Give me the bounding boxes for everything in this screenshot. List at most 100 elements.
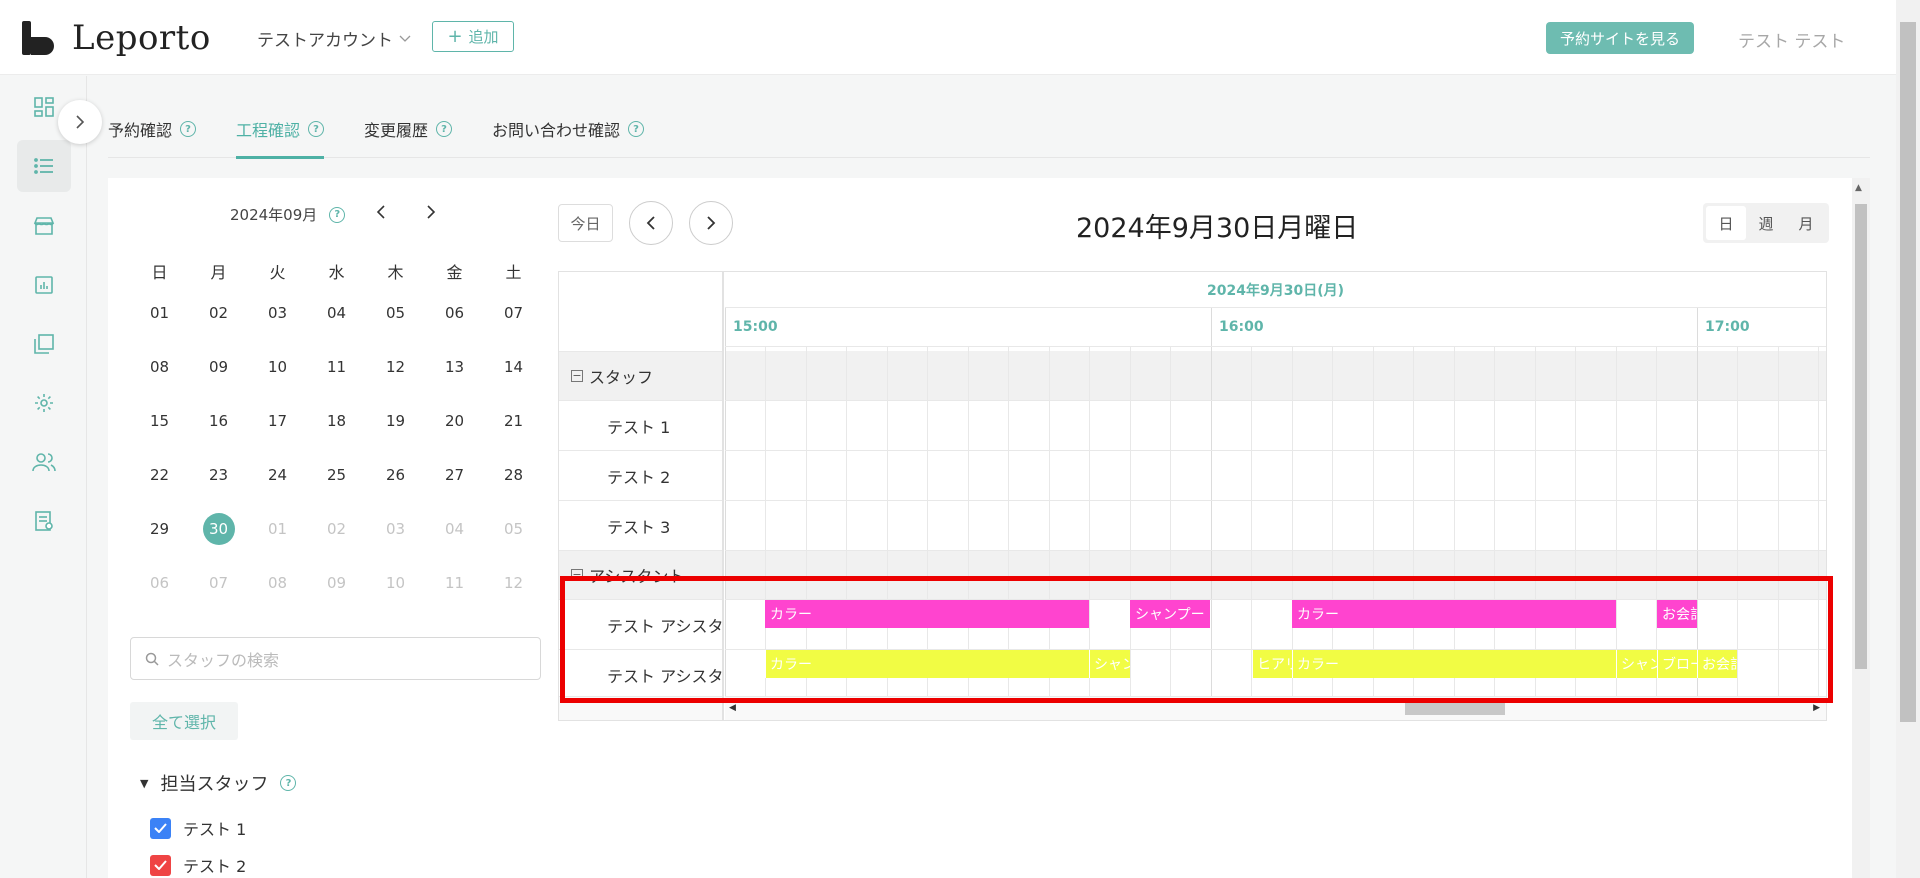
calendar-day[interactable]: 19: [366, 412, 425, 430]
tab-process[interactable]: 工程確認?: [236, 100, 325, 159]
calendar-day[interactable]: 24: [248, 466, 307, 484]
calendar-day[interactable]: 07: [484, 304, 543, 322]
calendar-day[interactable]: 08: [130, 358, 189, 376]
calendar-day[interactable]: 08: [248, 574, 307, 592]
group-staff[interactable]: − スタッフ: [559, 351, 722, 400]
sidebar-item-users[interactable]: [17, 436, 71, 488]
event-block[interactable]: カラー: [765, 650, 1089, 678]
calendar-day[interactable]: 05: [366, 304, 425, 322]
add-button[interactable]: + 追加: [432, 21, 514, 52]
calendar-day[interactable]: 07: [189, 574, 248, 592]
calendar-day[interactable]: 14: [484, 358, 543, 376]
sidebar-item-settings[interactable]: [17, 377, 71, 429]
event-block[interactable]: カラー: [1292, 600, 1616, 628]
reservation-site-button[interactable]: 予約サイトを見る: [1546, 22, 1694, 54]
help-icon[interactable]: ?: [329, 206, 346, 223]
view-day-button[interactable]: 日: [1706, 206, 1746, 240]
event-block[interactable]: シャン: [1089, 650, 1130, 678]
sidebar-expand-button[interactable]: [58, 100, 102, 144]
sidebar-item-list[interactable]: [17, 140, 71, 192]
calendar-day[interactable]: 09: [307, 574, 366, 592]
view-week-button[interactable]: 週: [1746, 206, 1786, 240]
calendar-day[interactable]: 26: [366, 466, 425, 484]
help-icon[interactable]: ?: [180, 121, 197, 137]
calendar-day[interactable]: 23: [189, 466, 248, 484]
staff-filter-header[interactable]: ▼ 担当スタッフ ?: [140, 770, 297, 796]
calendar-day[interactable]: 06: [130, 574, 189, 592]
checkbox-checked-icon[interactable]: [150, 854, 171, 876]
calendar-day[interactable]: 01: [130, 304, 189, 322]
window-scrollbar[interactable]: [1896, 0, 1920, 878]
view-month-button[interactable]: 月: [1786, 206, 1826, 240]
scroll-left-arrow-icon[interactable]: ◀: [729, 703, 736, 713]
sidebar-item-gallery[interactable]: [17, 318, 71, 370]
staff-search-input[interactable]: スタッフの検索: [130, 637, 541, 680]
calendar-day[interactable]: 01: [248, 520, 307, 538]
next-day-button[interactable]: [689, 201, 733, 245]
calendar-day[interactable]: 04: [307, 304, 366, 322]
event-block[interactable]: ブロー: [1657, 650, 1697, 678]
scroll-up-arrow-icon[interactable]: ▲: [1855, 183, 1862, 193]
calendar-day[interactable]: 10: [366, 574, 425, 592]
calendar-day[interactable]: 11: [425, 574, 484, 592]
sidebar-item-reports[interactable]: [17, 259, 71, 311]
event-block[interactable]: お会計: [1697, 650, 1737, 678]
calendar-day[interactable]: 10: [248, 358, 307, 376]
calendar-day[interactable]: 02: [189, 304, 248, 322]
event-block[interactable]: シャンプー: [1130, 600, 1210, 628]
staff-checkbox-2[interactable]: テスト 2: [150, 853, 246, 877]
today-button[interactable]: 今日: [558, 204, 613, 242]
calendar-day[interactable]: 03: [366, 520, 425, 538]
calendar-day[interactable]: 21: [484, 412, 543, 430]
scrollbar-thumb[interactable]: [1900, 22, 1916, 722]
scroll-right-arrow-icon[interactable]: ▶: [1813, 703, 1820, 713]
calendar-day[interactable]: 06: [425, 304, 484, 322]
tab-reservations[interactable]: 予約確認?: [108, 100, 197, 158]
calendar-day[interactable]: 11: [307, 358, 366, 376]
event-block[interactable]: お会計: [1657, 600, 1697, 628]
prev-day-button[interactable]: [629, 201, 673, 245]
calendar-day[interactable]: 05: [484, 520, 543, 538]
sidebar-item-store[interactable]: [17, 200, 71, 252]
logo[interactable]: Leporto: [22, 18, 211, 58]
event-block[interactable]: ヒアリ: [1252, 650, 1292, 678]
user-name[interactable]: テスト テスト: [1738, 27, 1845, 52]
help-icon[interactable]: ?: [628, 121, 645, 137]
tab-inquiries[interactable]: お問い合わせ確認?: [492, 100, 645, 158]
calendar-day[interactable]: 16: [189, 412, 248, 430]
calendar-day[interactable]: 13: [425, 358, 484, 376]
calendar-day[interactable]: 20: [425, 412, 484, 430]
timeline-scrollbar[interactable]: ◀ ▶: [725, 696, 1826, 720]
calendar-day[interactable]: 28: [484, 466, 543, 484]
calendar-day[interactable]: 12: [484, 574, 543, 592]
sidebar-item-documents[interactable]: [17, 495, 71, 547]
calendar-day[interactable]: 04: [425, 520, 484, 538]
select-all-button[interactable]: 全て選択: [130, 702, 238, 740]
help-icon[interactable]: ?: [436, 121, 453, 137]
calendar-day[interactable]: 25: [307, 466, 366, 484]
next-month-button[interactable]: [426, 204, 436, 225]
calendar-day[interactable]: 02: [307, 520, 366, 538]
calendar-day[interactable]: 30: [189, 513, 248, 545]
calendar-day[interactable]: 12: [366, 358, 425, 376]
staff-checkbox-1[interactable]: テスト 1: [150, 816, 246, 840]
selected-day[interactable]: 30: [202, 513, 235, 545]
calendar-day[interactable]: 22: [130, 466, 189, 484]
tab-history[interactable]: 変更履歴?: [364, 100, 453, 158]
checkbox-checked-icon[interactable]: [150, 817, 171, 839]
account-selector[interactable]: テストアカウント: [257, 26, 411, 51]
event-block[interactable]: カラー: [765, 600, 1089, 628]
calendar-day[interactable]: 18: [307, 412, 366, 430]
event-block[interactable]: シャン: [1616, 650, 1657, 678]
scrollbar-thumb[interactable]: [1855, 204, 1867, 669]
panel-scrollbar[interactable]: ▲: [1852, 178, 1870, 878]
calendar-day[interactable]: 03: [248, 304, 307, 322]
help-icon[interactable]: ?: [308, 121, 325, 137]
help-icon[interactable]: ?: [280, 775, 297, 791]
calendar-day[interactable]: 29: [130, 520, 189, 538]
calendar-day[interactable]: 27: [425, 466, 484, 484]
event-block[interactable]: カラー: [1292, 650, 1616, 678]
scrollbar-thumb[interactable]: [1405, 701, 1505, 715]
calendar-day[interactable]: 17: [248, 412, 307, 430]
group-assistant[interactable]: − アシスタント: [559, 550, 722, 599]
